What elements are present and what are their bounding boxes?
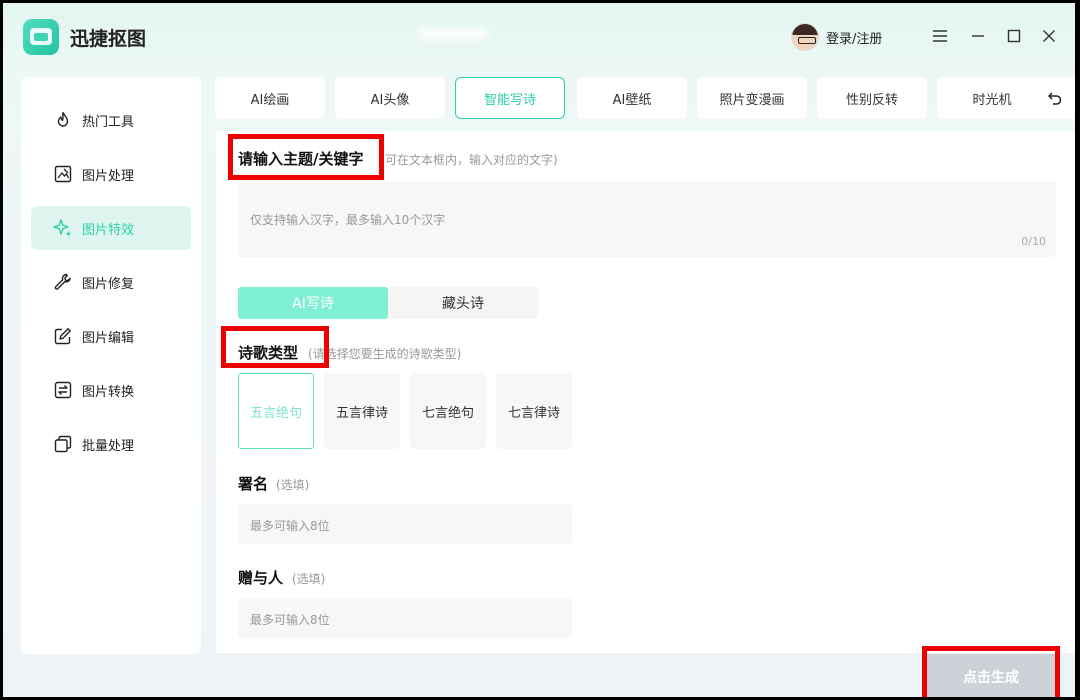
- topic-input[interactable]: 仅支持输入汉字，最多输入10个汉字 0/10: [238, 181, 1056, 257]
- highlight-box-generate: [922, 646, 1060, 697]
- signature-hint: (选填): [276, 478, 310, 492]
- sidebar-item-image-processing[interactable]: 图片处理: [31, 152, 191, 196]
- tab-smart-poetry[interactable]: 智能写诗: [455, 77, 565, 119]
- login-register-link[interactable]: 登录/注册: [826, 28, 882, 47]
- hamburger-menu-icon: [933, 30, 947, 42]
- tab-gender-swap[interactable]: 性别反转: [817, 77, 927, 119]
- poem-type-option[interactable]: 五言律诗: [324, 373, 400, 449]
- recipient-title: 赠与人: [238, 569, 284, 587]
- close-button[interactable]: [1036, 23, 1062, 49]
- sparkle-icon: [53, 218, 73, 238]
- tab-ai-wallpaper[interactable]: AI壁纸: [577, 77, 687, 119]
- poem-mode-toggle: AI写诗 藏头诗: [238, 287, 538, 319]
- title-bar: 迅捷抠图 登录/注册: [3, 3, 1075, 71]
- minimize-icon: [972, 35, 984, 37]
- poetry-form-panel: 请输入主题/关键字 可在文本框内，输入对应的文字) 仅支持输入汉字，最多输入10…: [216, 131, 1075, 653]
- poem-type-option[interactable]: 五言绝句: [238, 373, 314, 449]
- avatar[interactable]: [791, 23, 819, 51]
- tab-time-machine[interactable]: 时光机: [937, 77, 1047, 119]
- pencil-square-icon: [53, 326, 73, 346]
- app-title: 迅捷抠图: [70, 28, 147, 50]
- mode-ai-poem-button[interactable]: AI写诗: [238, 287, 388, 319]
- recipient-input[interactable]: 最多可输入8位: [238, 598, 572, 638]
- flame-icon: [53, 110, 73, 130]
- sidebar-item-image-convert[interactable]: 图片转换: [31, 368, 191, 412]
- sidebar-item-label: 图片处理: [82, 168, 135, 184]
- character-counter: 0/10: [1021, 235, 1046, 248]
- sidebar-item-label: 图片特效: [82, 222, 135, 238]
- tab-scroll-back-button[interactable]: [1035, 77, 1075, 119]
- maximize-icon: [1007, 29, 1021, 43]
- stack-icon: [53, 434, 73, 454]
- poem-type-option[interactable]: 七言绝句: [410, 373, 486, 449]
- sidebar-item-hot-tools[interactable]: 热门工具: [31, 98, 191, 142]
- poem-type-option[interactable]: 七言律诗: [496, 373, 572, 449]
- signature-input-placeholder: 最多可输入8位: [250, 519, 330, 533]
- wrench-icon: [53, 272, 73, 292]
- convert-icon: [53, 380, 73, 400]
- close-icon: [1043, 30, 1055, 42]
- minimize-button[interactable]: [965, 23, 991, 49]
- sidebar-item-image-edit[interactable]: 图片编辑: [31, 314, 191, 358]
- recipient-input-placeholder: 最多可输入8位: [250, 613, 330, 627]
- sidebar-item-label: 热门工具: [82, 114, 135, 130]
- maximize-button[interactable]: [1001, 23, 1027, 49]
- recipient-hint: (选填): [292, 572, 326, 586]
- mode-acrostic-poem-button[interactable]: 藏头诗: [388, 287, 538, 319]
- sidebar-item-label: 批量处理: [82, 438, 135, 454]
- tab-ai-painting[interactable]: AI绘画: [215, 77, 325, 119]
- signature-title: 署名: [238, 475, 269, 493]
- poem-type-hint: (请选择您要生成的诗歌类型): [308, 347, 462, 361]
- sidebar: 热门工具 图片处理 图片特效 图片修复 图片编辑 图片转换 批量处理: [21, 77, 201, 654]
- app-logo-icon: [23, 19, 59, 55]
- sidebar-item-label: 图片转换: [82, 384, 135, 400]
- topic-input-placeholder: 仅支持输入汉字，最多输入10个汉字: [250, 213, 446, 227]
- tab-photo-to-comic[interactable]: 照片变漫画: [697, 77, 807, 119]
- image-edit-icon: [53, 164, 73, 184]
- signature-input[interactable]: 最多可输入8位: [238, 504, 572, 544]
- tab-ai-avatar[interactable]: AI头像: [335, 77, 445, 119]
- highlight-box-poem-type: [221, 326, 329, 368]
- app-window: 迅捷抠图 登录/注册 热门工具 图片处理 图片特效 图片修复 图片编辑 图片转换…: [3, 3, 1075, 697]
- sidebar-item-label: 图片修复: [82, 276, 135, 292]
- sidebar-item-label: 图片编辑: [82, 330, 135, 346]
- sidebar-item-image-effects[interactable]: 图片特效: [31, 206, 191, 250]
- blurred-region: [418, 29, 488, 39]
- menu-button[interactable]: [927, 23, 953, 49]
- topic-hint: 可在文本框内，输入对应的文字): [385, 153, 558, 167]
- sidebar-item-batch-processing[interactable]: 批量处理: [31, 422, 191, 466]
- undo-arrow-icon: [1048, 92, 1062, 105]
- highlight-box-topic: [228, 134, 384, 180]
- sidebar-item-image-repair[interactable]: 图片修复: [31, 260, 191, 304]
